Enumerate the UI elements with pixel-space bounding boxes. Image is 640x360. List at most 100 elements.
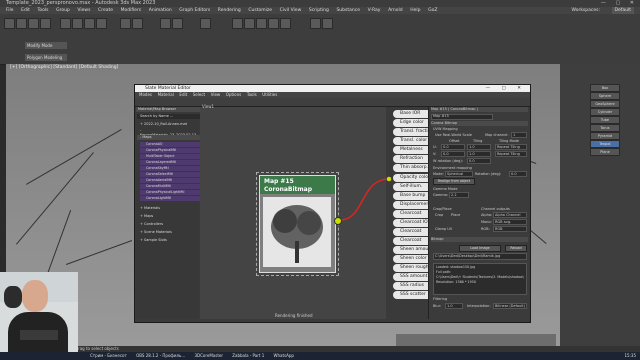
reload-button[interactable]: Reload	[505, 245, 527, 252]
viewport-label[interactable]: [+] [Orthographic] [Standard] [Default S…	[10, 65, 118, 70]
menu-help[interactable]: Help	[410, 7, 420, 14]
taskbar-item[interactable]: WhatsApp	[274, 352, 294, 360]
param-slot[interactable]: Sheen amount	[393, 246, 432, 254]
scale-icon[interactable]	[96, 18, 107, 29]
layers-icon[interactable]	[200, 18, 211, 29]
redo-icon[interactable]	[16, 18, 27, 29]
param-slot[interactable]: Transl. color	[393, 137, 432, 145]
param-slot[interactable]: Thin absorp.	[393, 164, 432, 172]
menu-file[interactable]: File	[6, 7, 14, 14]
param-slot[interactable]: Clearcoat	[393, 228, 432, 236]
menu-modifiers[interactable]: Modifiers	[121, 7, 142, 14]
menu-tools[interactable]: Tools	[37, 7, 48, 14]
param-slot[interactable]: SSS amount	[393, 273, 432, 281]
create-box-button[interactable]: Box	[590, 84, 620, 92]
render-setup-icon[interactable]	[256, 18, 267, 29]
param-slot[interactable]: Edge color	[393, 119, 432, 127]
menu-views[interactable]: Views	[77, 7, 90, 14]
taskbar-item[interactable]: OBS 28.1.2 - Профиль...	[136, 352, 185, 360]
param-slot[interactable]: Clearcoat	[393, 210, 432, 218]
rotate-icon[interactable]	[84, 18, 95, 29]
param-slot[interactable]: Transl. fraction	[393, 128, 432, 136]
param-slot[interactable]: Metalness	[393, 146, 432, 154]
param-slot[interactable]: Base IOR	[393, 110, 432, 118]
create-tube-button[interactable]: Tube	[590, 116, 620, 124]
param-slot[interactable]: Base bump	[393, 192, 432, 200]
menu-create[interactable]: Create	[98, 7, 113, 14]
param-slot[interactable]: SSS radius	[393, 282, 432, 290]
menu-customize[interactable]: Customize	[248, 7, 272, 14]
render-icon[interactable]	[280, 18, 291, 29]
menu-group[interactable]: Group	[56, 7, 70, 14]
bitmap-info-line: Loaded: shadow150.jpg	[436, 265, 476, 269]
param-slot[interactable]: Sheen rough.	[393, 264, 432, 272]
create-pyramid-button[interactable]: Pyramid	[590, 132, 620, 140]
create-sphere-button[interactable]: Sphere	[590, 92, 620, 100]
bitmap-rollout-header[interactable]: Bitmap	[431, 237, 528, 242]
create-plane-button[interactable]: Plane	[590, 148, 620, 156]
create-torus-button[interactable]: Torus	[590, 124, 620, 132]
menu-edit[interactable]: Edit	[21, 7, 30, 14]
input-port-icon[interactable]	[386, 176, 392, 182]
undo-icon[interactable]	[4, 18, 15, 29]
ribbon-mode-dropdown[interactable]: Modify Mode	[25, 42, 67, 49]
create-teapot-button[interactable]: Teapot	[590, 140, 620, 148]
mirror-icon[interactable]	[160, 18, 171, 29]
menu-arnold[interactable]: Arnold	[388, 7, 403, 14]
menu-rendering[interactable]: Rendering	[218, 7, 241, 14]
create-cylinder-button[interactable]: Cylinder	[590, 108, 620, 116]
curve-editor-icon[interactable]	[232, 18, 243, 29]
material-editor-icon[interactable]	[244, 18, 255, 29]
snap-icon[interactable]	[120, 18, 131, 29]
param-slot[interactable]: Clearcoat IOR	[393, 219, 432, 227]
taskbar-item[interactable]: 3DCoreMaster	[194, 352, 223, 360]
angle-snap-icon[interactable]	[132, 18, 143, 29]
alpha-label: Alpha:	[481, 213, 493, 217]
w-rotation-value: 0.0	[469, 159, 475, 163]
realign-button[interactable]: Realign from object	[433, 178, 475, 185]
corona-icon[interactable]	[322, 18, 333, 29]
menu-goz[interactable]: GoZ	[428, 7, 437, 14]
move-icon[interactable]	[72, 18, 83, 29]
param-slot[interactable]: Sheen color	[393, 255, 432, 263]
menu-graph-editors[interactable]: Graph Editors	[179, 7, 210, 14]
output-port-icon[interactable]	[334, 217, 342, 225]
interpolation-label: Interpolation:	[467, 304, 491, 308]
render-frame-icon[interactable]	[268, 18, 279, 29]
param-slot[interactable]: Clearcoat	[393, 237, 432, 245]
create-geosphere-button[interactable]: GeoSphere	[590, 100, 620, 108]
workspace-select[interactable]: Default	[611, 7, 634, 14]
window-controls[interactable]: — ▢ ✕	[601, 0, 638, 7]
menu-vray[interactable]: V-Ray	[368, 7, 381, 14]
param-slot[interactable]: Self-illum.	[393, 183, 432, 191]
vray-icon[interactable]	[310, 18, 321, 29]
bitmap-info-line: Full path:	[436, 270, 452, 274]
select-icon[interactable]	[60, 18, 71, 29]
param-slot[interactable]: SSS scatter	[393, 291, 432, 299]
real-world-checkbox[interactable]: Use Real-World Scale	[435, 133, 472, 137]
menu-substance[interactable]: Substance	[336, 7, 360, 14]
link-icon[interactable]	[28, 18, 39, 29]
taskbar-item[interactable]: Стрим - Бизнесот	[90, 352, 127, 360]
gamma-mode-label: Gamma Mode	[433, 187, 458, 191]
ribbon-polygon-dropdown[interactable]: Polygon Modeling	[25, 54, 67, 61]
param-slot[interactable]: Refraction	[393, 155, 432, 163]
v-axis-label: V:	[433, 152, 437, 156]
load-image-button[interactable]: Load Image	[459, 245, 501, 252]
rollout-header[interactable]: Corona Bitmap	[431, 121, 528, 126]
crop-radio[interactable]: Crop	[435, 213, 443, 217]
menu-civil-view[interactable]: Civil View	[280, 7, 302, 14]
bitmap-node[interactable]: Map #15 CoronaBitmap	[256, 172, 339, 276]
clamp-uv-checkbox[interactable]: Clamp UV	[435, 227, 452, 231]
param-slot[interactable]: Displacement	[393, 201, 432, 209]
place-radio[interactable]: Place	[451, 213, 460, 217]
node-connection-wire	[339, 178, 390, 221]
v-offset-value: 0.0	[443, 152, 449, 156]
unlink-icon[interactable]	[40, 18, 51, 29]
align-icon[interactable]	[172, 18, 183, 29]
menu-animation[interactable]: Animation	[149, 7, 172, 14]
taskbar-item[interactable]: Zabbala - Part 1	[232, 352, 264, 360]
menu-scripting[interactable]: Scripting	[309, 7, 329, 14]
param-slot[interactable]: Opacity color	[393, 174, 432, 182]
parameter-editor: Map #15 ( CoronaBitmap ) Map #15 Corona …	[428, 107, 530, 319]
